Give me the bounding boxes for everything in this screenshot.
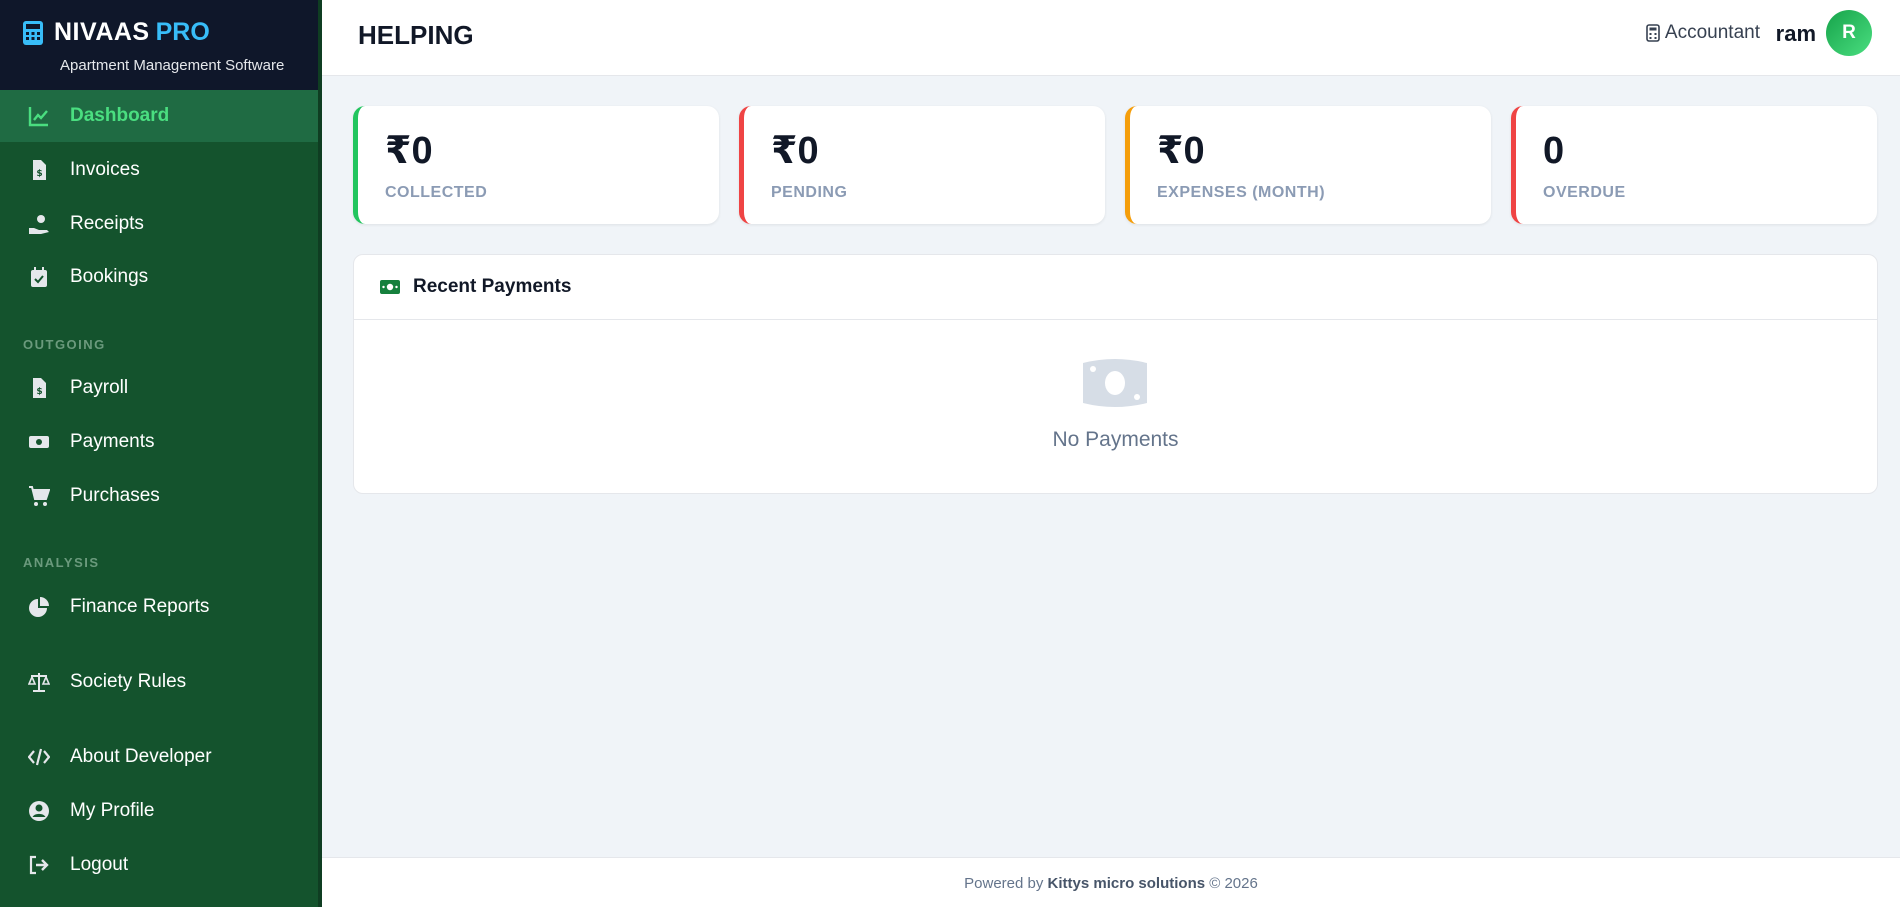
stat-card-expenses: ₹0 EXPENSES (MONTH) [1125,106,1491,224]
logout-icon [29,855,49,875]
sidebar-item-dashboard[interactable]: Dashboard [0,90,318,142]
calculator-icon [1646,24,1660,42]
svg-text:$: $ [36,169,42,179]
money-bill-icon [380,280,400,294]
empty-state-text: No Payments [1052,428,1179,451]
username[interactable]: ram [1776,21,1816,47]
page-title: HELPING [358,20,474,50]
recent-payments-panel: Recent Payments No Payments [353,254,1878,494]
sidebar-item-label: Bookings [70,266,149,287]
stat-label: OVERDUE [1543,184,1626,201]
sidebar-item-finance-reports[interactable]: Finance Reports [0,581,318,633]
footer-prefix: Powered by [964,875,1044,892]
sidebar-item-bookings[interactable]: Bookings [0,251,318,303]
code-icon [28,748,50,766]
brand-subtitle: Apartment Management Software [60,57,285,74]
sidebar-item-label: Dashboard [70,105,170,126]
stat-value: 0 [1543,130,1565,172]
sidebar-item-label: Payroll [70,377,129,398]
sidebar-item-label: Invoices [70,159,140,180]
pie-chart-icon [29,597,49,617]
sidebar-item-payments[interactable]: Payments [0,416,318,468]
stat-label: COLLECTED [385,184,488,201]
top-header: HELPING Accountant ram R [322,0,1900,76]
sidebar-item-invoices[interactable]: $ Invoices [0,144,318,196]
stat-card-collected: ₹0 COLLECTED [353,106,719,224]
stat-card-overdue: 0 OVERDUE [1511,106,1877,224]
stat-label: EXPENSES (MONTH) [1157,184,1326,201]
sidebar: NIVAAS PRO Apartment Management Software … [0,0,322,907]
chart-line-icon [28,107,48,127]
invoice-dollar-icon: $ [33,378,46,398]
sidebar-item-my-profile[interactable]: My Profile [0,785,318,837]
section-outgoing: OUTGOING [23,337,106,352]
brand-pro: PRO [155,18,210,46]
sidebar-item-receipts[interactable]: Receipts [0,198,318,250]
sidebar-item-label: Payments [70,431,155,452]
sidebar-item-purchases[interactable]: Purchases [0,470,318,522]
sidebar-item-label: Purchases [70,485,160,506]
cart-icon [29,486,50,506]
sidebar-item-label: Receipts [70,213,144,234]
sidebar-item-label: Finance Reports [70,596,210,617]
stat-value: ₹0 [771,130,819,172]
stat-value: ₹0 [385,130,433,172]
sidebar-item-payroll[interactable]: $ Payroll [0,362,318,414]
brand: NIVAAS PRO Apartment Management Software [0,0,318,101]
footer: Powered by Kittys micro solutions © 2026 [322,857,1900,907]
user-circle-icon [29,801,49,821]
sidebar-item-about-developer[interactable]: About Developer [0,731,318,783]
avatar[interactable]: R [1826,10,1872,56]
sidebar-item-logout[interactable]: Logout [0,839,318,891]
hand-money-icon [29,215,49,234]
role-indicator: Accountant [1646,22,1760,44]
sidebar-item-label: My Profile [70,800,155,821]
footer-copyright: © 2026 [1209,875,1258,892]
stat-card-pending: ₹0 PENDING [739,106,1105,224]
scale-icon [28,673,50,692]
panel-title: Recent Payments [413,276,572,297]
money-bill-icon [29,436,49,448]
sidebar-item-label: Society Rules [70,671,187,692]
sidebar-item-label: About Developer [70,746,212,767]
brand-name: NIVAAS PRO [54,18,210,46]
panel-header: Recent Payments [354,255,1877,320]
money-bill-icon [1083,359,1147,407]
footer-company[interactable]: Kittys micro solutions [1048,875,1206,892]
svg-text:$: $ [36,387,42,397]
section-analysis: ANALYSIS [23,555,100,570]
stat-value: ₹0 [1157,130,1205,172]
calendar-check-icon [31,267,47,287]
invoice-icon: $ [33,160,46,180]
stat-label: PENDING [771,184,848,201]
sidebar-item-label: Logout [70,854,129,875]
calculator-icon [23,20,43,45]
role-label: Accountant [1664,22,1760,43]
sidebar-item-society-rules[interactable]: Society Rules [0,656,318,708]
